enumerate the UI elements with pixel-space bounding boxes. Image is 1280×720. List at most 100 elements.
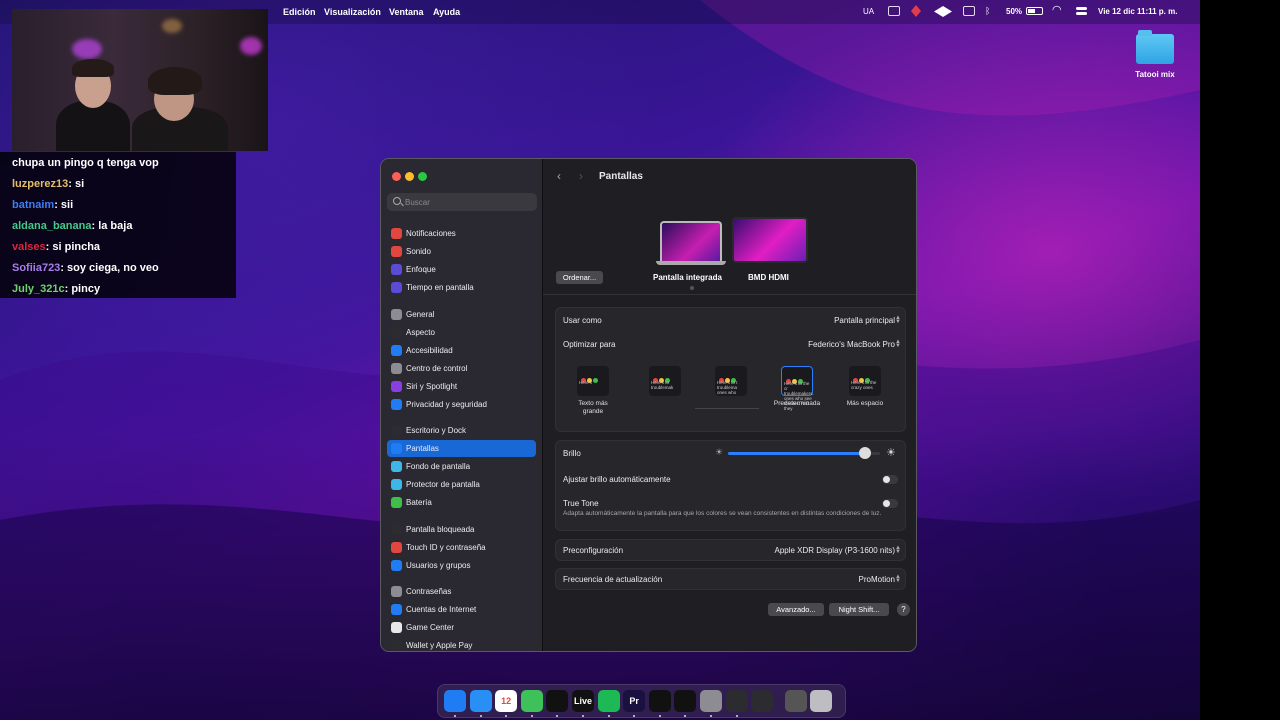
auto-brightness-toggle[interactable] [882,475,898,484]
tidal-icon[interactable] [674,690,697,712]
menu-edit[interactable]: Edición [283,7,316,17]
sidebar-item[interactable]: Pantallas [387,440,536,457]
wifi-icon[interactable]: ◠ [1052,3,1062,16]
app-icon[interactable] [725,690,748,712]
sidebar-item[interactable]: Touch ID y contraseña [387,539,536,556]
preset-stepper-icon[interactable]: ▲ ▼ [895,545,901,555]
sidebar-item[interactable]: Game Center [387,619,536,636]
sidebar-item-label: Accesibilidad [406,346,453,355]
resolution-option[interactable]: Here's to troublemak [640,366,690,400]
forward-button[interactable]: › [579,169,583,183]
sidebar-item[interactable]: Siri y Spotlight [387,378,536,395]
sidebar-item[interactable]: Centro de control [387,360,536,377]
sidebar-item-label: Usuarios y grupos [406,561,471,570]
control-center-icon[interactable] [1076,6,1087,17]
brightness-slider[interactable] [728,452,880,455]
true-tone-label: True Tone [563,499,599,508]
live-icon[interactable]: Live [572,690,594,712]
sidebar-item[interactable]: Aspecto [387,324,536,341]
safari-icon[interactable] [469,690,492,712]
clock[interactable]: Vie 12 dic 11:11 p. m. [1098,7,1177,16]
night-shift-button[interactable]: Night Shift... [829,603,889,616]
chat-message: chupa un pingo q tenga vop [12,154,224,175]
sidebar-item[interactable]: General [387,306,536,323]
sidebar-item[interactable]: Cuentas de Internet [387,601,536,618]
spotify-icon[interactable] [597,690,620,712]
sidebar-item[interactable]: Accesibilidad [387,342,536,359]
sidebar-item[interactable]: Sonido [387,243,536,260]
back-button[interactable]: ‹ [557,169,561,183]
resolution-option[interactable]: Here's to the crazy ones Más espacio [840,366,890,408]
webcam-overlay [12,9,268,151]
display-hdmi[interactable] [732,217,810,263]
sidebar-item-label: Privacidad y seguridad [406,400,487,409]
game-center-icon [391,622,402,633]
chat-text: : sii [54,199,74,211]
minimize-button[interactable] [405,172,414,181]
display-builtin[interactable] [656,217,726,265]
search-input[interactable] [405,195,525,209]
close-button[interactable] [392,172,401,181]
dock: 12 Live Pr [437,684,846,718]
sidebar-item[interactable]: Escritorio y Dock [387,422,536,439]
menu-view[interactable]: Visualización [324,7,381,17]
sidebar-item[interactable]: Protector de pantalla [387,476,536,493]
settings-icon[interactable] [700,690,722,712]
resolution-option[interactable]: Here's Texto más grande [568,366,618,416]
preset-value[interactable]: Apple XDR Display (P3-1600 nits) [775,546,896,555]
fingerprint-icon [391,542,402,553]
sidebar-item[interactable]: Tiempo en pantalla [387,279,536,296]
refresh-rate-stepper-icon[interactable]: ▲ ▼ [895,574,901,584]
advanced-button[interactable]: Avanzado... [768,603,824,616]
refresh-rate-value[interactable]: ProMotion [859,575,895,584]
arrange-button[interactable]: Ordenar... [556,271,603,284]
app-status-icon[interactable] [911,5,921,17]
zoom-button[interactable] [418,172,427,181]
resolution-option[interactable]: Here's to the cr troublemakers. ones who… [772,366,822,411]
menu-window[interactable]: Ventana [389,7,424,17]
trash-icon[interactable] [810,690,833,712]
sidebar-item[interactable]: Fondo de pantalla [387,458,536,475]
record-icon[interactable] [888,6,900,16]
premiere-icon[interactable]: Pr [623,690,646,712]
optimize-stepper-icon[interactable]: ▲ ▼ [895,339,901,349]
sidebar-item[interactable]: Batería [387,494,536,511]
running-indicator [710,715,712,717]
desktop-folder[interactable]: Tatooi mix [1130,30,1180,79]
sidebar-item[interactable]: Wallet y Apple Pay [387,637,536,651]
search-field[interactable] [387,193,537,211]
resolution-preview-text: Here's to the crazy ones [851,380,877,390]
running-indicator [505,715,508,717]
screensaver-icon [391,479,402,490]
obs-icon[interactable] [751,690,774,712]
optimize-value[interactable]: Federico's MacBook Pro [808,340,895,349]
brightness-slider-knob[interactable] [858,447,871,459]
sidebar-item[interactable]: Privacidad y seguridad [387,396,536,413]
sidebar-item[interactable]: Enfoque [387,261,536,278]
downloads-icon[interactable] [784,690,807,712]
running-indicator [607,715,610,717]
screen-mirroring-icon[interactable] [963,6,975,16]
sidebar-item[interactable]: Contraseñas [387,583,536,600]
use-as-value[interactable]: Pantalla principal [834,316,895,325]
chat-text: : pincy [64,283,101,295]
resolution-option[interactable]: Here's to t troublema ones who [706,366,756,400]
sidebar-item[interactable]: Notificaciones [387,225,536,242]
whatsapp-icon[interactable] [520,690,543,712]
sidebar-item-label: Batería [406,498,432,507]
dropbox-icon[interactable] [934,6,952,17]
resolution-label: Más espacio [846,400,884,407]
bluetooth-icon[interactable]: ᛒ [985,6,990,16]
sidebar-item[interactable]: Usuarios y grupos [387,557,536,574]
battery-icon[interactable] [1026,7,1043,15]
true-tone-toggle[interactable] [882,499,898,508]
calendar-icon[interactable]: 12 [495,690,518,712]
use-as-stepper-icon[interactable]: ▲ ▼ [895,315,901,325]
cube-icon[interactable] [648,690,671,712]
input-source-indicator[interactable]: UA [863,7,874,16]
capcut-icon[interactable] [546,690,569,712]
menu-help[interactable]: Ayuda [433,7,460,17]
help-button[interactable]: ? [897,603,910,616]
sidebar-item[interactable]: Pantalla bloqueada [387,521,536,538]
finder-icon[interactable] [444,690,466,712]
